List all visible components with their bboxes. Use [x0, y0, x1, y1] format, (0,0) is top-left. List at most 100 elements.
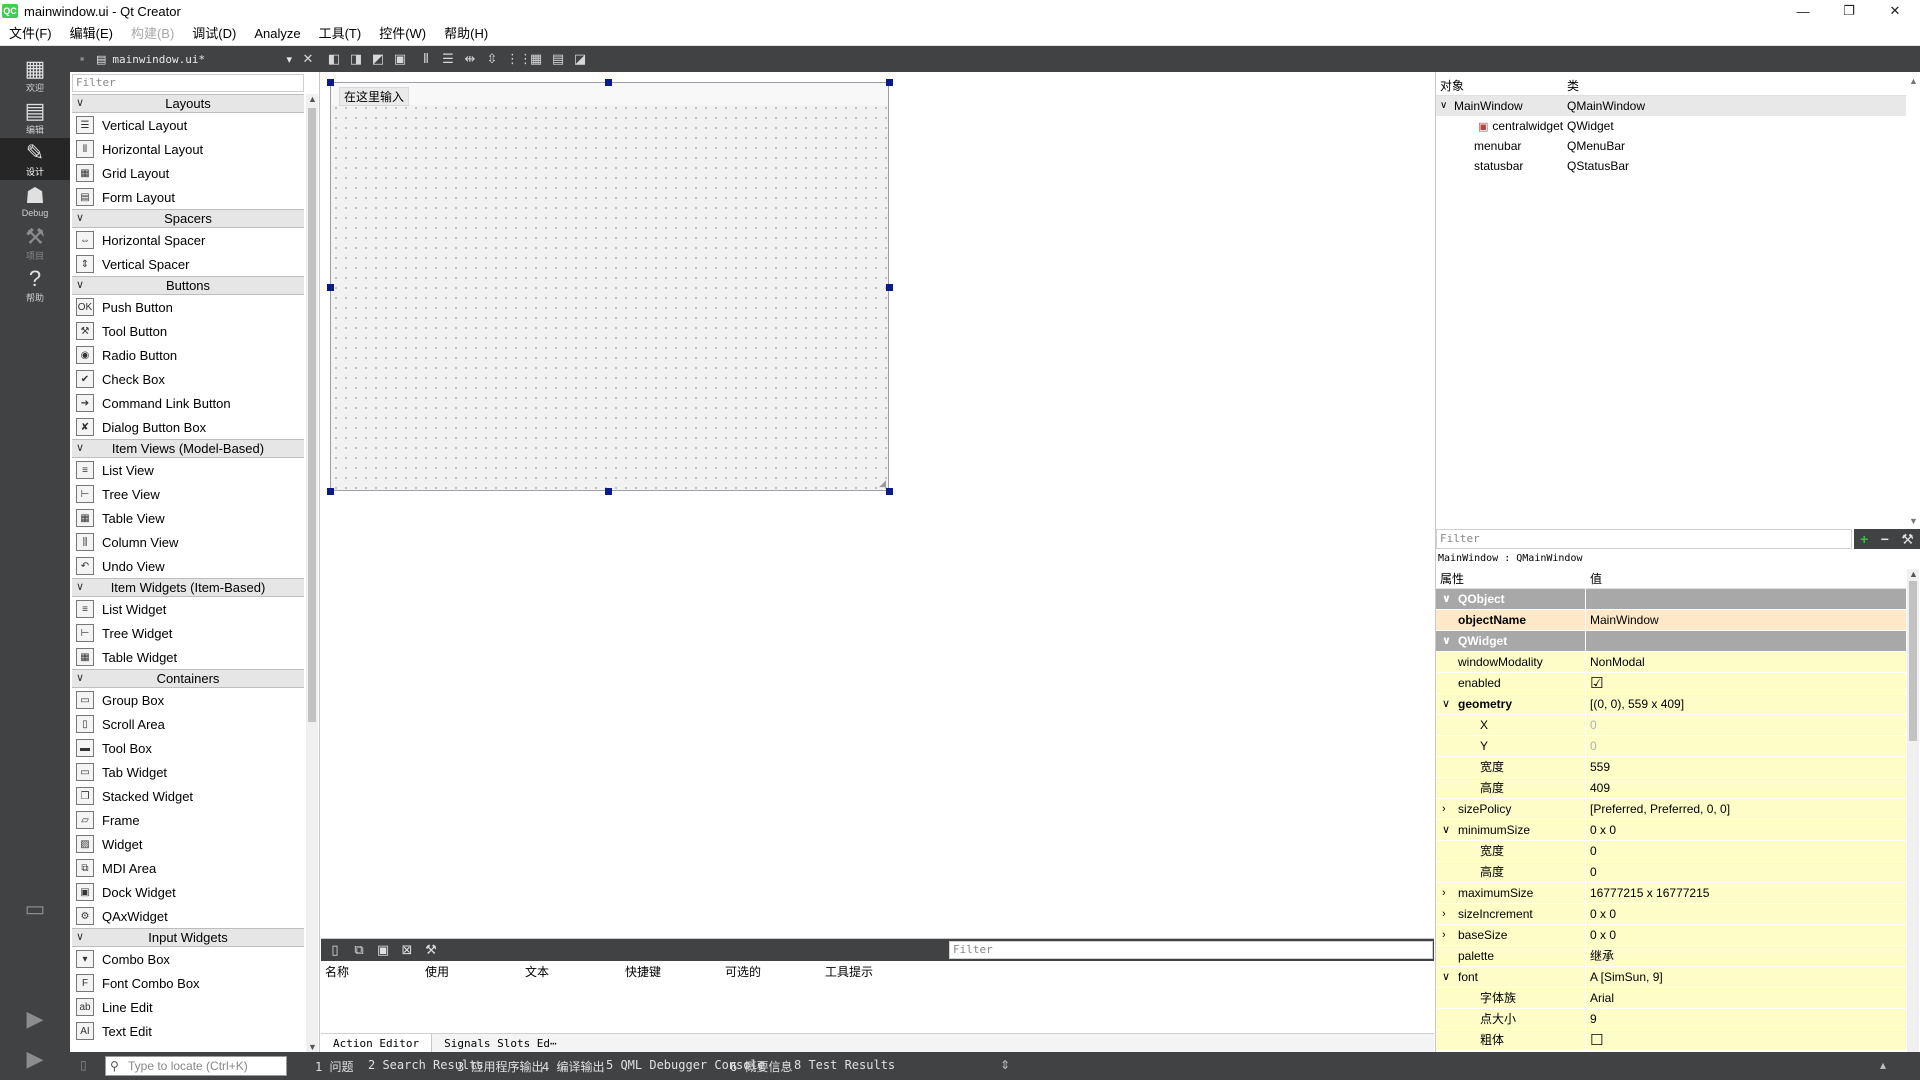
mode-button-3[interactable]: ☗ Debug	[0, 180, 70, 222]
chevron-down-icon[interactable]: ▾	[286, 53, 292, 66]
output-pane-tab[interactable]: 8 Test Results	[794, 1058, 895, 1072]
object-tree-row[interactable]: ▣ centralwidget QWidget	[1436, 116, 1906, 136]
chevron-down-icon[interactable]: ∨	[1442, 820, 1450, 841]
resize-handle[interactable]	[886, 79, 893, 86]
property-row[interactable]: ∨ QObject	[1436, 589, 1906, 610]
resize-handle[interactable]	[605, 488, 612, 495]
property-row[interactable]: › sizeIncrement 0 x 0	[1436, 904, 1906, 925]
mode-button-4[interactable]: ⚒ 项目	[0, 222, 70, 264]
menu-item[interactable]: Analyze	[245, 22, 309, 46]
property-row[interactable]: › sizePolicy [Preferred, Preferred, 0, 0]	[1436, 799, 1906, 820]
scrollbar-thumb[interactable]	[308, 108, 316, 722]
widget-item[interactable]: ▦ Grid Layout	[72, 161, 304, 185]
scroll-up-icon[interactable]: ▲	[1909, 76, 1918, 86]
locator-input[interactable]: ⚲ Type to locate (Ctrl+K)	[105, 1056, 287, 1076]
action-column-header[interactable]: 使用	[421, 961, 521, 983]
widget-item[interactable]: ◉ Radio Button	[72, 343, 304, 367]
action-column-header[interactable]: 名称	[321, 961, 421, 983]
resize-handle[interactable]	[327, 79, 334, 86]
configure-wrench-icon[interactable]: ⚒	[423, 942, 439, 958]
action-column-header[interactable]: 文本	[521, 961, 621, 983]
property-row[interactable]: Y0	[1436, 736, 1906, 757]
maximize-output-icon[interactable]: ▴	[1880, 1058, 1886, 1072]
property-row[interactable]: ∨ minimumSize 0 x 0	[1436, 820, 1906, 841]
layout-vertical-icon[interactable]: ☰	[440, 51, 456, 67]
menu-type-here-placeholder[interactable]: 在这里输入	[339, 87, 410, 106]
menu-item[interactable]: 编辑(E)	[61, 22, 122, 46]
widget-item[interactable]: ▱ Frame	[72, 808, 304, 832]
widget-item[interactable]: ≡ List Widget	[72, 597, 304, 621]
property-row[interactable]: 点大小 9	[1436, 1009, 1906, 1030]
property-row[interactable]: 宽度 0	[1436, 841, 1906, 862]
property-value[interactable]: [(0, 0), 559 x 409]	[1586, 694, 1906, 714]
layout-horizontal-icon[interactable]: ⫴	[418, 51, 434, 67]
widget-item[interactable]: ▭ Group Box	[72, 688, 304, 712]
property-value[interactable]: 继承	[1586, 946, 1906, 966]
property-value[interactable]: Arial	[1586, 988, 1906, 1008]
widget-category-header[interactable]: ∨ Item Widgets (Item-Based)	[72, 578, 304, 597]
widget-item[interactable]: AI Text Edit	[72, 1019, 304, 1043]
output-pane-tab[interactable]: 6 概要信息	[730, 1058, 792, 1075]
property-row[interactable]: › baseSize 0 x 0	[1436, 925, 1906, 946]
property-value[interactable]: MainWindow	[1586, 610, 1906, 630]
chevron-right-icon[interactable]: ›	[1442, 904, 1446, 925]
layout-split-horizontal-icon[interactable]: ⇹	[462, 51, 478, 67]
property-row[interactable]: enabled ☑	[1436, 673, 1906, 694]
size-grip-icon[interactable]: ◢	[879, 478, 886, 489]
widget-item[interactable]: ⇕ Vertical Spacer	[72, 252, 304, 276]
widget-item[interactable]: ▾ Combo Box	[72, 947, 304, 971]
widget-item[interactable]: ➔ Command Link Button	[72, 391, 304, 415]
action-column-header[interactable]: 工具提示	[821, 961, 921, 983]
action-filter-input[interactable]: Filter	[949, 941, 1433, 959]
add-property-icon[interactable]: +	[1860, 531, 1868, 547]
copy-action-icon[interactable]: ⧉	[351, 942, 367, 958]
layout-split-vertical-icon[interactable]: ⇳	[484, 51, 500, 67]
widget-item[interactable]: ≡ List View	[72, 458, 304, 482]
resize-handle[interactable]	[327, 488, 334, 495]
widget-category-header[interactable]: ∨ Containers	[72, 669, 304, 688]
menu-item[interactable]: 构建(B)	[122, 22, 183, 46]
chevron-right-icon[interactable]: ›	[1442, 799, 1446, 820]
widget-item[interactable]: ⇔ Horizontal Spacer	[72, 228, 304, 252]
widget-item[interactable]: ↶ Undo View	[72, 554, 304, 578]
edit-tab-order-icon[interactable]: ▣	[392, 51, 408, 67]
scroll-up-icon[interactable]: ▲	[1909, 569, 1918, 579]
scroll-up-icon[interactable]: ▲	[308, 94, 317, 104]
widget-item[interactable]: OK Push Button	[72, 295, 304, 319]
form-menubar[interactable]: 在这里输入	[331, 83, 888, 106]
property-value[interactable]: 0	[1586, 862, 1906, 882]
property-row[interactable]: palette 继承	[1436, 946, 1906, 967]
widget-item[interactable]: ⊢ Tree Widget	[72, 621, 304, 645]
widget-item[interactable]: ⫴ Horizontal Layout	[72, 137, 304, 161]
minimize-button[interactable]: —	[1780, 0, 1826, 22]
chevron-down-icon[interactable]: ∨	[76, 95, 84, 112]
chevron-down-icon[interactable]: ∨	[1440, 96, 1447, 116]
widget-item[interactable]: ▭ Tab Widget	[72, 760, 304, 784]
property-row[interactable]: ∨ font A [SimSun, 9]	[1436, 967, 1906, 988]
widget-item[interactable]: ▦ Table Widget	[72, 645, 304, 669]
toggle-sidebar-icon[interactable]: ▯	[80, 1058, 87, 1072]
resize-handle[interactable]	[327, 284, 334, 291]
close-document-icon[interactable]: ✕	[300, 51, 316, 67]
chevron-down-icon[interactable]: ∨	[76, 929, 84, 946]
close-button[interactable]: ✕	[1872, 0, 1918, 22]
widget-category-header[interactable]: ∨ Buttons	[72, 276, 304, 295]
widget-item[interactable]: ⫼ Column View	[72, 530, 304, 554]
chevron-down-icon[interactable]: ∨	[76, 210, 84, 227]
widget-item[interactable]: ▦ Table View	[72, 506, 304, 530]
widget-item[interactable]: ⊢ Tree View	[72, 482, 304, 506]
resize-handle[interactable]	[886, 488, 893, 495]
widget-item[interactable]: ▬ Tool Box	[72, 736, 304, 760]
widget-item[interactable]: ✘ Dialog Button Box	[72, 415, 304, 439]
property-value[interactable]: 0	[1586, 841, 1906, 861]
object-inspector-scrollbar[interactable]: ▲ ▼	[1907, 76, 1919, 526]
widget-item[interactable]: ⧉ MDI Area	[72, 856, 304, 880]
mainwindow-form[interactable]: 在这里输入 ◢	[330, 82, 889, 491]
chevron-down-icon[interactable]: ∨	[1442, 967, 1450, 988]
property-row[interactable]: ∨ QWidget	[1436, 631, 1906, 652]
edit-buddies-icon[interactable]: ◩	[370, 51, 386, 67]
chevron-down-icon[interactable]: ∨	[76, 670, 84, 687]
widget-category-header[interactable]: ∨ Input Widgets	[72, 928, 304, 947]
property-row[interactable]: 字体族 Arial	[1436, 988, 1906, 1009]
property-value[interactable]: A [SimSun, 9]	[1586, 967, 1906, 987]
